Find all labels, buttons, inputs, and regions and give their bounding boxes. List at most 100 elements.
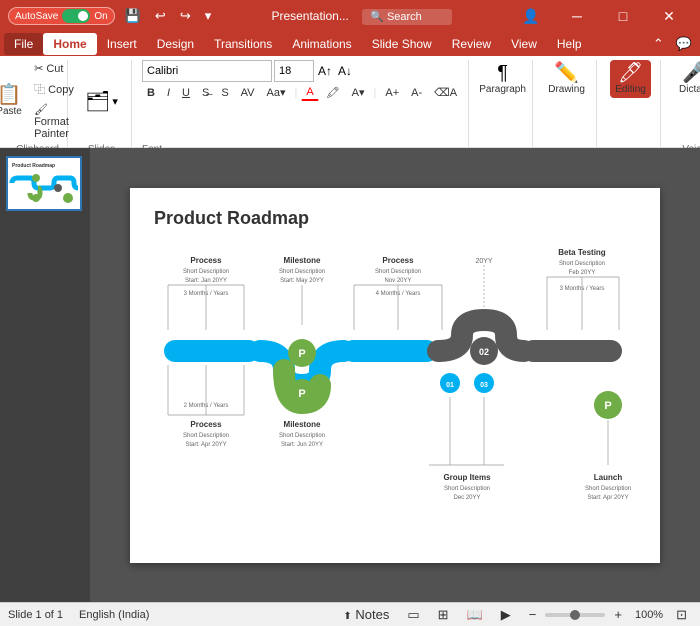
svg-text:Start: Jan 20YY: Start: Jan 20YY: [185, 278, 227, 284]
menu-home[interactable]: Home: [43, 33, 96, 55]
language: English (India): [79, 609, 149, 621]
menu-design[interactable]: Design: [147, 33, 204, 55]
autosave-state: On: [94, 11, 107, 22]
autosave-toggle[interactable]: [62, 9, 90, 23]
dictate-btn[interactable]: 🎤 Dictate: [674, 60, 700, 98]
svg-text:Start: Apr 20YY: Start: Apr 20YY: [587, 495, 628, 501]
svg-text:Beta Testing: Beta Testing: [558, 248, 606, 257]
reading-view-btn[interactable]: 📖: [462, 604, 488, 626]
highlight-btn[interactable]: 🖍: [321, 84, 345, 101]
svg-text:P: P: [298, 388, 305, 400]
svg-text:Start: Jun 20YY: Start: Jun 20YY: [281, 442, 323, 448]
paragraph-btn[interactable]: ¶ Paragraph: [474, 60, 531, 98]
minimize-btn[interactable]: ─: [554, 0, 600, 32]
slide-thumbnail[interactable]: Product Roadmap: [6, 156, 82, 211]
svg-text:Start: Apr 20YY: Start: Apr 20YY: [185, 442, 226, 448]
canvas-area[interactable]: Product Roadmap Process Short Descriptio…: [90, 148, 700, 602]
font-size-up[interactable]: A↑: [316, 64, 334, 78]
new-slide-btn[interactable]: 🗂 ▾: [80, 86, 123, 117]
menu-bar: File Home Insert Design Transitions Anim…: [0, 32, 700, 56]
title-bar-left: AutoSave On 💾 ↩ ↪ ▾: [8, 6, 215, 26]
slides-icon: 🗂: [85, 89, 110, 114]
svg-text:4 Months / Years: 4 Months / Years: [376, 291, 421, 297]
zoom-out-btn[interactable]: −: [524, 604, 542, 625]
svg-text:Short Description: Short Description: [279, 433, 325, 439]
zoom-level: 100%: [635, 609, 663, 621]
menu-review[interactable]: Review: [442, 33, 501, 55]
zoom-in-btn[interactable]: +: [609, 604, 627, 625]
slides-items: 🗂 ▾: [80, 60, 123, 142]
drawing-group: ✏️ Drawing: [537, 60, 597, 155]
save-icon[interactable]: 💾: [121, 6, 145, 26]
clear-format[interactable]: ⌫A: [429, 84, 462, 101]
sep1: |: [295, 87, 298, 99]
notes-label: Notes: [355, 607, 389, 622]
font-size-input[interactable]: [274, 60, 314, 82]
svg-text:2 Months / Years: 2 Months / Years: [184, 403, 229, 409]
menu-animations[interactable]: Animations: [282, 33, 361, 55]
font-name-input[interactable]: [142, 60, 272, 82]
maximize-btn[interactable]: □: [600, 0, 646, 32]
title-center: Presentation... 🔍 Search: [215, 9, 508, 23]
slide-canvas: Product Roadmap Process Short Descriptio…: [130, 188, 660, 563]
menu-insert[interactable]: Insert: [97, 33, 147, 55]
slide-info: Slide 1 of 1: [8, 609, 63, 621]
filename: Presentation...: [271, 9, 348, 23]
autosave-badge[interactable]: AutoSave On: [8, 7, 115, 25]
svg-text:Short Description: Short Description: [375, 269, 421, 275]
italic-btn[interactable]: I: [162, 85, 175, 101]
dictate-icon: 🎤: [682, 63, 700, 83]
char-spacing-btn[interactable]: AV: [236, 85, 260, 101]
font-color2-btn[interactable]: A▾: [347, 84, 370, 101]
editing-btn[interactable]: 🖊 Editing: [610, 60, 651, 98]
normal-view-btn[interactable]: ▭: [402, 604, 424, 626]
increase-font[interactable]: A+: [380, 85, 404, 101]
svg-text:Short Description: Short Description: [585, 486, 631, 492]
zoom-track[interactable]: [545, 613, 605, 617]
decrease-font[interactable]: A-: [406, 85, 427, 101]
ribbon-collapse-icon[interactable]: ⌃: [649, 34, 668, 54]
title-bar: AutoSave On 💾 ↩ ↪ ▾ Presentation... 🔍 Se…: [0, 0, 700, 32]
menu-slideshow[interactable]: Slide Show: [362, 33, 442, 55]
font-color-btn[interactable]: A: [301, 84, 318, 101]
notes-btn[interactable]: ⬆ Notes: [338, 604, 394, 625]
strikethrough-btn[interactable]: S̶: [197, 85, 214, 101]
shadow-btn[interactable]: S: [216, 85, 233, 101]
redo-icon[interactable]: ↪: [176, 6, 195, 26]
customize-icon[interactable]: ▾: [201, 6, 216, 26]
thumb-svg: Product Roadmap: [8, 158, 80, 209]
svg-text:P: P: [604, 400, 611, 412]
drawing-btn[interactable]: ✏️ Drawing: [543, 60, 590, 98]
search-box[interactable]: 🔍 Search: [362, 9, 452, 25]
svg-text:01: 01: [446, 382, 454, 389]
change-case-btn[interactable]: Aa▾: [262, 84, 291, 101]
dictate-group: 🎤 Dictate Voice: [665, 60, 700, 155]
underline-btn[interactable]: U: [177, 85, 195, 101]
menu-transitions[interactable]: Transitions: [204, 33, 282, 55]
svg-text:Short Description: Short Description: [559, 261, 605, 267]
slideshow-btn[interactable]: ▶: [496, 604, 516, 626]
svg-text:Short Description: Short Description: [279, 269, 325, 275]
bold-btn[interactable]: B: [142, 85, 160, 101]
paste-btn[interactable]: 📋 Paste: [0, 82, 27, 120]
font-size-down[interactable]: A↓: [336, 64, 354, 78]
menu-help[interactable]: Help: [547, 33, 592, 55]
status-left: Slide 1 of 1 English (India): [8, 609, 149, 621]
menu-file[interactable]: File: [4, 33, 43, 55]
close-btn[interactable]: ✕: [646, 0, 692, 32]
undo-icon[interactable]: ↩: [151, 6, 170, 26]
slide-sorter-btn[interactable]: ⊞: [433, 604, 454, 626]
svg-text:20YY: 20YY: [475, 258, 492, 265]
editing-icon: 🖊: [618, 63, 643, 83]
profile-icon[interactable]: 👤: [508, 0, 554, 32]
paste-icon: 📋: [0, 85, 22, 105]
svg-text:Short Description: Short Description: [444, 486, 490, 492]
svg-text:Milestone: Milestone: [284, 420, 321, 429]
sep2: |: [374, 87, 377, 99]
fit-slide-btn[interactable]: ⊡: [671, 604, 692, 626]
svg-text:Process: Process: [190, 420, 222, 429]
comments-icon[interactable]: 💬: [672, 34, 696, 54]
zoom-thumb[interactable]: [570, 610, 580, 620]
drawing-icon: ✏️: [554, 63, 579, 83]
menu-view[interactable]: View: [501, 33, 547, 55]
